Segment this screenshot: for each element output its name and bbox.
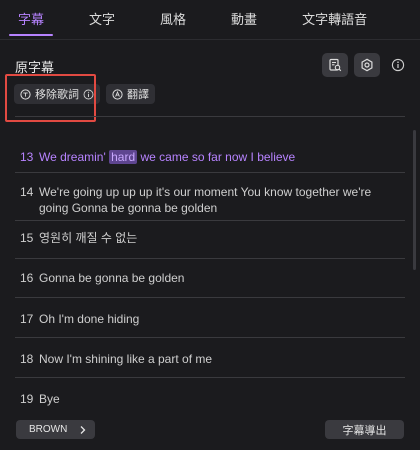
subtitle-search-icon — [328, 58, 342, 72]
info-icon — [391, 58, 405, 72]
line-number: 19 — [20, 392, 34, 406]
translate-icon — [112, 88, 123, 100]
tab-subtitles[interactable]: 字幕 — [9, 0, 54, 40]
chevron-right-icon — [79, 425, 87, 435]
tab-style[interactable]: 風格 — [151, 0, 195, 40]
settings-icon — [360, 58, 374, 72]
settings-button[interactable] — [354, 53, 380, 77]
line-text: Now I'm shining like a part of me — [39, 352, 213, 366]
tab-animation[interactable]: 動畫 — [222, 0, 266, 40]
subtitle-line-current[interactable]: 13 We dreamin' hard we came so far now I… — [20, 149, 390, 165]
translate-label: 翻譯 — [127, 89, 149, 101]
line-text: Gonna be gonna be golden — [39, 271, 185, 285]
divider — [15, 297, 405, 298]
line-text: Oh I'm done hiding — [39, 312, 140, 326]
scrollbar[interactable] — [413, 130, 416, 270]
section-header-actions — [322, 53, 410, 77]
line-number: 14 — [20, 185, 34, 199]
subtitle-line[interactable]: 14 We're going up up up it's our moment … — [20, 184, 390, 216]
info-button[interactable] — [386, 53, 410, 77]
line-number: 16 — [20, 271, 34, 285]
highlighted-word: hard — [109, 150, 138, 164]
tab-text[interactable]: 文字 — [80, 0, 124, 40]
line-number: 15 — [20, 231, 34, 245]
translate-button[interactable]: 翻譯 — [106, 84, 155, 104]
divider — [15, 337, 405, 338]
line-number: 18 — [20, 352, 34, 366]
subtitle-line[interactable]: 19 Bye — [20, 391, 390, 407]
divider — [15, 172, 405, 173]
export-subtitles-button[interactable]: 字幕導出 — [325, 420, 404, 439]
subtitle-search-button[interactable] — [322, 53, 348, 77]
divider — [15, 220, 405, 221]
subtitle-line[interactable]: 17 Oh I'm done hiding — [20, 311, 390, 327]
line-text: 영원히 깨질 수 없는 — [39, 231, 138, 245]
divider — [15, 377, 405, 378]
line-text: We dreamin' hard we came so far now I be… — [39, 150, 296, 164]
divider — [15, 258, 405, 259]
tab-text-to-speech[interactable]: 文字轉語音 — [293, 0, 376, 40]
export-subtitles-label: 字幕導出 — [342, 424, 387, 437]
line-number: 17 — [20, 312, 34, 326]
style-preset-button[interactable]: BROWN — [16, 420, 95, 439]
style-preset-label: BROWN — [29, 424, 68, 435]
divider — [15, 116, 405, 117]
annotation-highlight-box — [5, 74, 96, 122]
tab-bar: 字幕 文字 風格 動畫 文字轉語音 — [0, 0, 420, 40]
subtitle-line[interactable]: 18 Now I'm shining like a part of me — [20, 351, 390, 367]
line-number: 13 — [20, 150, 34, 164]
line-text: We're going up up up it's our moment You… — [39, 185, 372, 215]
subtitle-line[interactable]: 15 영원히 깨질 수 없는 — [20, 230, 390, 246]
line-text: Bye — [39, 392, 60, 406]
subtitle-line[interactable]: 16 Gonna be gonna be golden — [20, 270, 390, 286]
